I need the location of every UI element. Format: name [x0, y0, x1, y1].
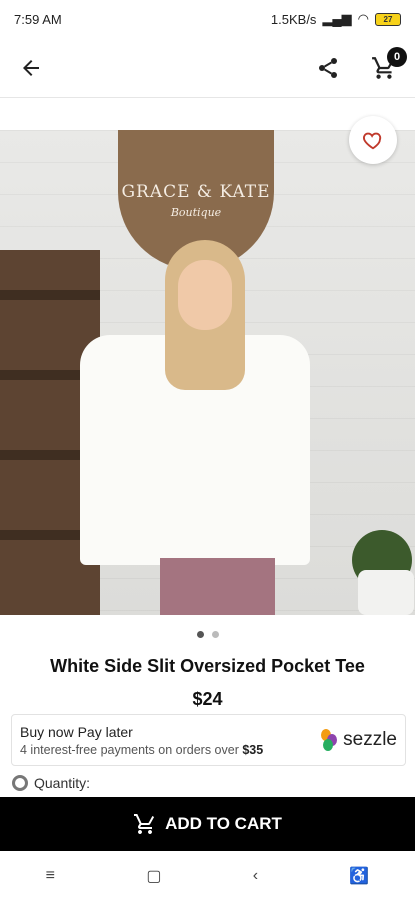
share-icon — [319, 57, 337, 78]
heart-icon — [363, 132, 382, 150]
add-to-cart-label: ADD TO CART — [165, 814, 282, 833]
cart-icon — [134, 814, 155, 834]
back-chevron-icon[interactable]: ‹ — [253, 867, 258, 885]
quantity-radio[interactable] — [12, 775, 28, 791]
quantity-label: Quantity: — [34, 775, 91, 791]
product-price: $24 — [192, 689, 223, 709]
status-indicators: 1.5KB/s ▂▄▆ ◠ 27 — [271, 11, 401, 27]
status-time: 7:59 AM — [14, 11, 62, 27]
accessibility-icon[interactable]: ♿ — [349, 866, 369, 886]
battery-level: 27 — [383, 14, 393, 24]
add-to-cart-button[interactable]: ADD TO CART — [0, 797, 415, 851]
sign-brand: GRACE & KATE — [121, 181, 271, 202]
product-title: White Side Slit Oversized Pocket Tee — [50, 656, 365, 676]
carousel-dot[interactable] — [211, 631, 219, 638]
model-face — [178, 260, 232, 330]
sezzle-wordmark: sezzle — [343, 729, 397, 750]
sign-script: Boutique — [170, 205, 222, 219]
favorite-button[interactable] — [349, 116, 397, 164]
pay-later-prefix: 4 interest-free payments on orders over — [20, 742, 243, 757]
cart-count-badge: 0 — [387, 46, 407, 67]
product-image[interactable]: GRACE & KATE Boutique — [0, 130, 415, 615]
model-shorts — [160, 558, 275, 615]
image-carousel-dots — [0, 631, 415, 638]
signal-icon: ▂▄▆ — [322, 11, 352, 26]
pay-later-text: Buy now Pay later 4 interest-free paymen… — [20, 724, 263, 757]
sezzle-mark-icon — [321, 729, 339, 751]
pay-later-description: 4 interest-free payments on orders over … — [20, 743, 263, 757]
battery-icon: 27 — [375, 12, 401, 26]
network-speed: 1.5KB/s — [270, 11, 317, 27]
sezzle-logo: sezzle — [321, 729, 397, 751]
wifi-icon: ◠ — [357, 11, 369, 26]
quantity-row[interactable]: Quantity: — [12, 775, 90, 791]
model-figure — [80, 240, 310, 615]
status-bar: 7:59 AM 1.5KB/s ▂▄▆ ◠ 27 — [0, 0, 415, 38]
carousel-dot-active[interactable] — [196, 631, 204, 638]
back-button[interactable] — [14, 51, 48, 85]
sezzle-pay-later-box[interactable]: Buy now Pay later 4 interest-free paymen… — [11, 714, 406, 766]
pay-later-amount: $35 — [242, 742, 264, 757]
cart-button[interactable]: 0 — [367, 46, 407, 85]
share-button[interactable] — [311, 51, 345, 85]
pay-later-heading: Buy now Pay later — [20, 723, 133, 740]
home-square-icon[interactable]: ▢ — [146, 866, 161, 886]
arrow-left-icon — [23, 59, 39, 76]
system-navigation-bar: ≡ ▢ ‹ ♿ — [0, 851, 415, 900]
menu-icon[interactable]: ≡ — [46, 867, 55, 885]
app-bar: 0 — [0, 38, 415, 98]
plant-pot — [358, 570, 414, 615]
